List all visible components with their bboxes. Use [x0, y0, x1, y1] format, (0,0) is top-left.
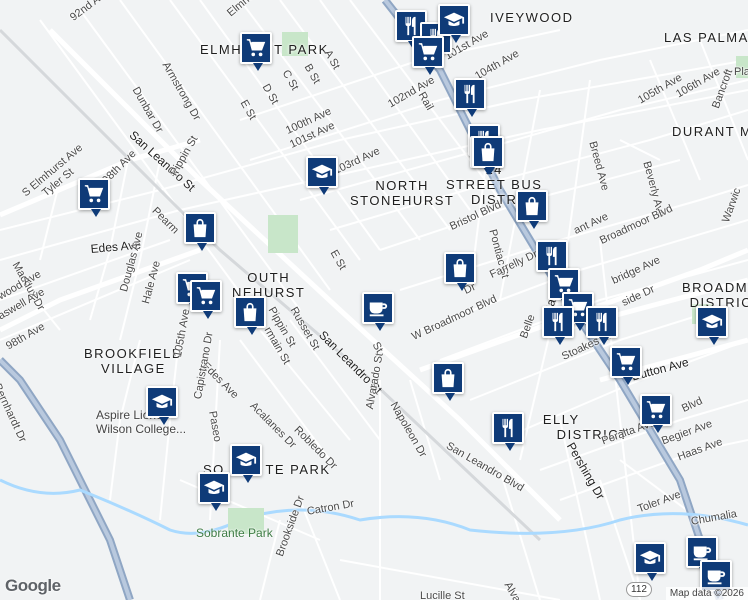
school-icon: [701, 311, 723, 333]
map-marker[interactable]: [412, 36, 444, 75]
area-label: BROOKFIELD VILLAGE: [84, 346, 183, 376]
restaurant-icon: [591, 311, 613, 333]
map-marker[interactable]: [472, 136, 504, 175]
map-marker[interactable]: [230, 444, 262, 483]
map-marker[interactable]: [234, 296, 266, 335]
map-marker[interactable]: [306, 156, 338, 195]
area-label: IVEYWOOD: [490, 10, 574, 25]
map-marker[interactable]: [586, 306, 618, 345]
map-marker[interactable]: [542, 306, 574, 345]
coffee-icon: [367, 297, 389, 319]
school-icon: [151, 391, 173, 413]
map-marker[interactable]: [362, 292, 394, 331]
map-marker[interactable]: [634, 542, 666, 581]
street-label: Lucille St: [420, 590, 465, 600]
map-marker[interactable]: [190, 280, 222, 319]
shopping-bag-icon: [189, 217, 211, 239]
school-icon: [311, 161, 333, 183]
route-badge: 112: [626, 582, 652, 597]
google-logo: Google: [5, 576, 61, 595]
shopping-cart-icon: [245, 37, 267, 59]
shopping-cart-icon: [645, 399, 667, 421]
shopping-cart-icon: [83, 183, 105, 205]
map-marker[interactable]: [198, 472, 230, 511]
map-marker[interactable]: [492, 412, 524, 451]
school-icon: [235, 449, 257, 471]
restaurant-icon: [400, 15, 422, 37]
street-label: Pla: [734, 66, 748, 78]
shopping-cart-icon: [417, 41, 439, 63]
map-marker[interactable]: [78, 178, 110, 217]
area-label: NORTH STONEHURST: [350, 178, 455, 208]
map-attribution[interactable]: Map data ©2026: [665, 587, 748, 600]
restaurant-icon: [459, 83, 481, 105]
map-marker[interactable]: [516, 190, 548, 229]
shopping-bag-icon: [239, 301, 261, 323]
map-marker[interactable]: [438, 4, 470, 43]
school-icon: [443, 9, 465, 31]
map-marker[interactable]: [454, 78, 486, 117]
restaurant-icon: [497, 417, 519, 439]
map-marker[interactable]: [146, 386, 178, 425]
map-canvas[interactable]: IVEYWOODLAS PALMAELMHURST PARKDURANT MAN…: [0, 0, 748, 600]
shopping-bag-icon: [521, 195, 543, 217]
map-marker[interactable]: [610, 346, 642, 385]
area-label: DURANT MANOR: [672, 124, 748, 139]
shopping-bag-icon: [477, 141, 499, 163]
map-marker[interactable]: [184, 212, 216, 251]
map-marker[interactable]: [444, 252, 476, 291]
map-marker[interactable]: [240, 32, 272, 71]
restaurant-icon: [547, 311, 569, 333]
map-marker[interactable]: [696, 306, 728, 345]
park-label: Sobrante Park: [196, 526, 273, 540]
shopping-bag-icon: [449, 257, 471, 279]
restaurant-icon: [541, 245, 563, 267]
area-label: LAS PALMA: [664, 30, 748, 45]
coffee-icon: [705, 565, 727, 587]
school-icon: [203, 477, 225, 499]
shopping-cart-icon: [195, 285, 217, 307]
map-marker[interactable]: [432, 362, 464, 401]
map-marker[interactable]: [640, 394, 672, 433]
shopping-cart-icon: [615, 351, 637, 373]
school-icon: [639, 547, 661, 569]
shopping-bag-icon: [437, 367, 459, 389]
